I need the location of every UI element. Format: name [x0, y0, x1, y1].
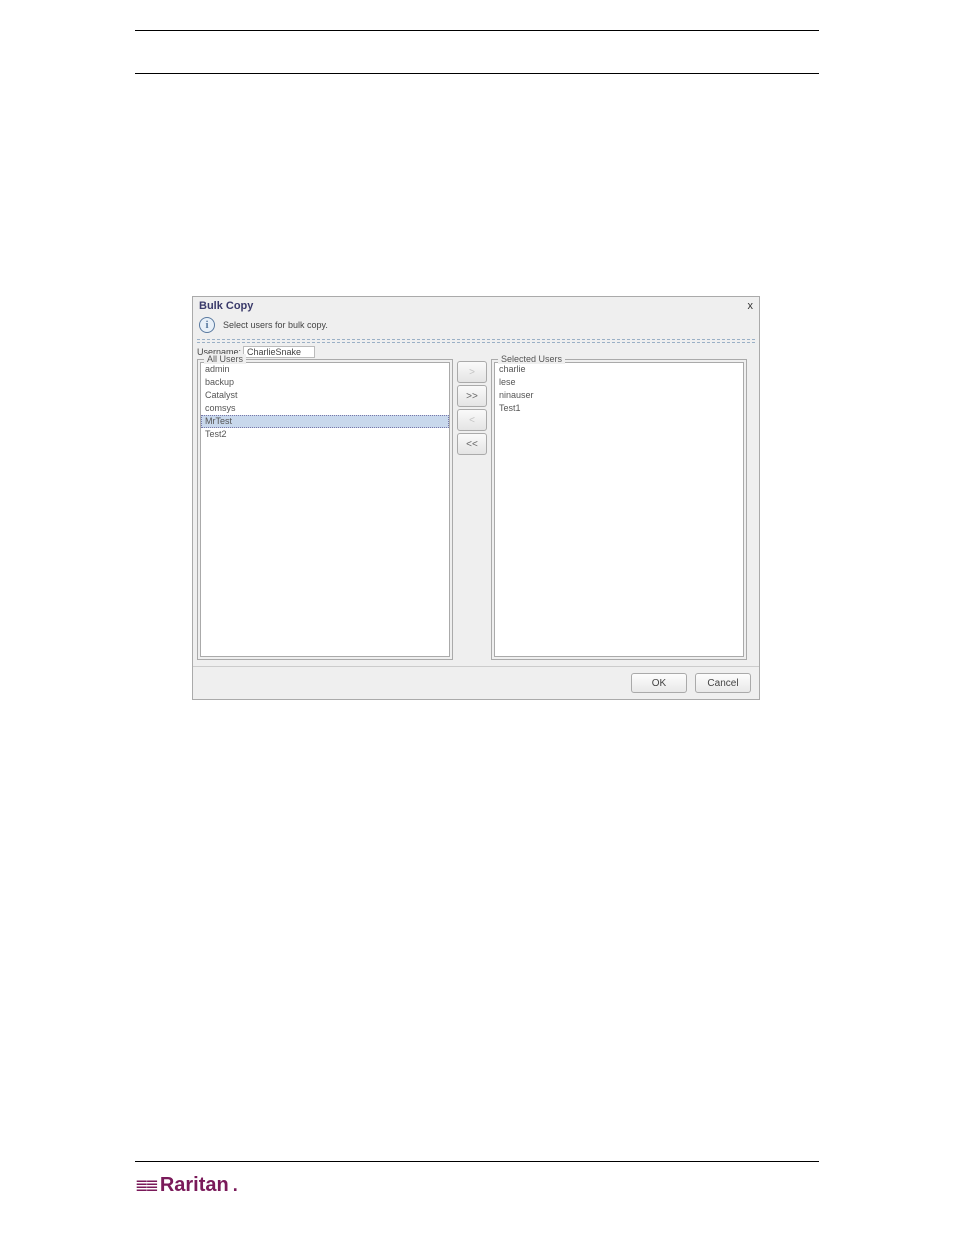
- list-item[interactable]: comsys: [201, 402, 449, 415]
- list-item[interactable]: ninauser: [495, 389, 743, 402]
- bulk-copy-dialog: Bulk Copy x i Select users for bulk copy…: [192, 296, 760, 700]
- list-item[interactable]: backup: [201, 376, 449, 389]
- list-item[interactable]: charlie: [495, 363, 743, 376]
- move-all-left-button[interactable]: <<: [457, 433, 487, 455]
- selected-users-fieldset: Selected Users charlieleseninauserTest1: [491, 359, 747, 660]
- list-item[interactable]: admin: [201, 363, 449, 376]
- all-users-listbox[interactable]: adminbackupCatalystcomsysMrTestTest2: [200, 362, 450, 657]
- dialog-title: Bulk Copy: [199, 300, 253, 312]
- dialog-infobar: i Select users for bulk copy.: [193, 315, 759, 337]
- close-icon[interactable]: x: [748, 300, 754, 312]
- brand-logo: ≣≣ Raritan .: [135, 1174, 819, 1197]
- move-left-button[interactable]: <: [457, 409, 487, 431]
- ok-button[interactable]: OK: [631, 673, 687, 693]
- header-rule-2: [135, 73, 819, 74]
- cancel-button[interactable]: Cancel: [695, 673, 751, 693]
- list-item[interactable]: Catalyst: [201, 389, 449, 402]
- page-footer: ≣≣ Raritan .: [135, 1161, 819, 1197]
- dialog-separator: [197, 339, 755, 343]
- all-users-legend: All Users: [204, 354, 246, 364]
- move-right-button[interactable]: >: [457, 361, 487, 383]
- all-users-fieldset: All Users adminbackupCatalystcomsysMrTes…: [197, 359, 453, 660]
- list-item[interactable]: lese: [495, 376, 743, 389]
- move-all-right-button[interactable]: >>: [457, 385, 487, 407]
- selected-users-listbox[interactable]: charlieleseninauserTest1: [494, 362, 744, 657]
- dialog-info-text: Select users for bulk copy.: [223, 320, 328, 330]
- username-value: CharlieSnake: [243, 346, 315, 358]
- list-item[interactable]: Test1: [495, 402, 743, 415]
- selected-users-legend: Selected Users: [498, 354, 565, 364]
- brand-dot: .: [233, 1175, 238, 1196]
- list-item[interactable]: MrTest: [201, 415, 449, 428]
- mover-buttons: > >> < <<: [457, 359, 487, 660]
- brand-mark-icon: ≣≣: [135, 1176, 156, 1196]
- info-icon: i: [199, 317, 215, 333]
- dialog-titlebar: Bulk Copy x: [193, 297, 759, 315]
- brand-text: Raritan: [160, 1174, 229, 1197]
- dialog-footer: OK Cancel: [193, 666, 759, 699]
- list-item[interactable]: Test2: [201, 428, 449, 441]
- username-row: Username: CharlieSnake: [193, 345, 759, 359]
